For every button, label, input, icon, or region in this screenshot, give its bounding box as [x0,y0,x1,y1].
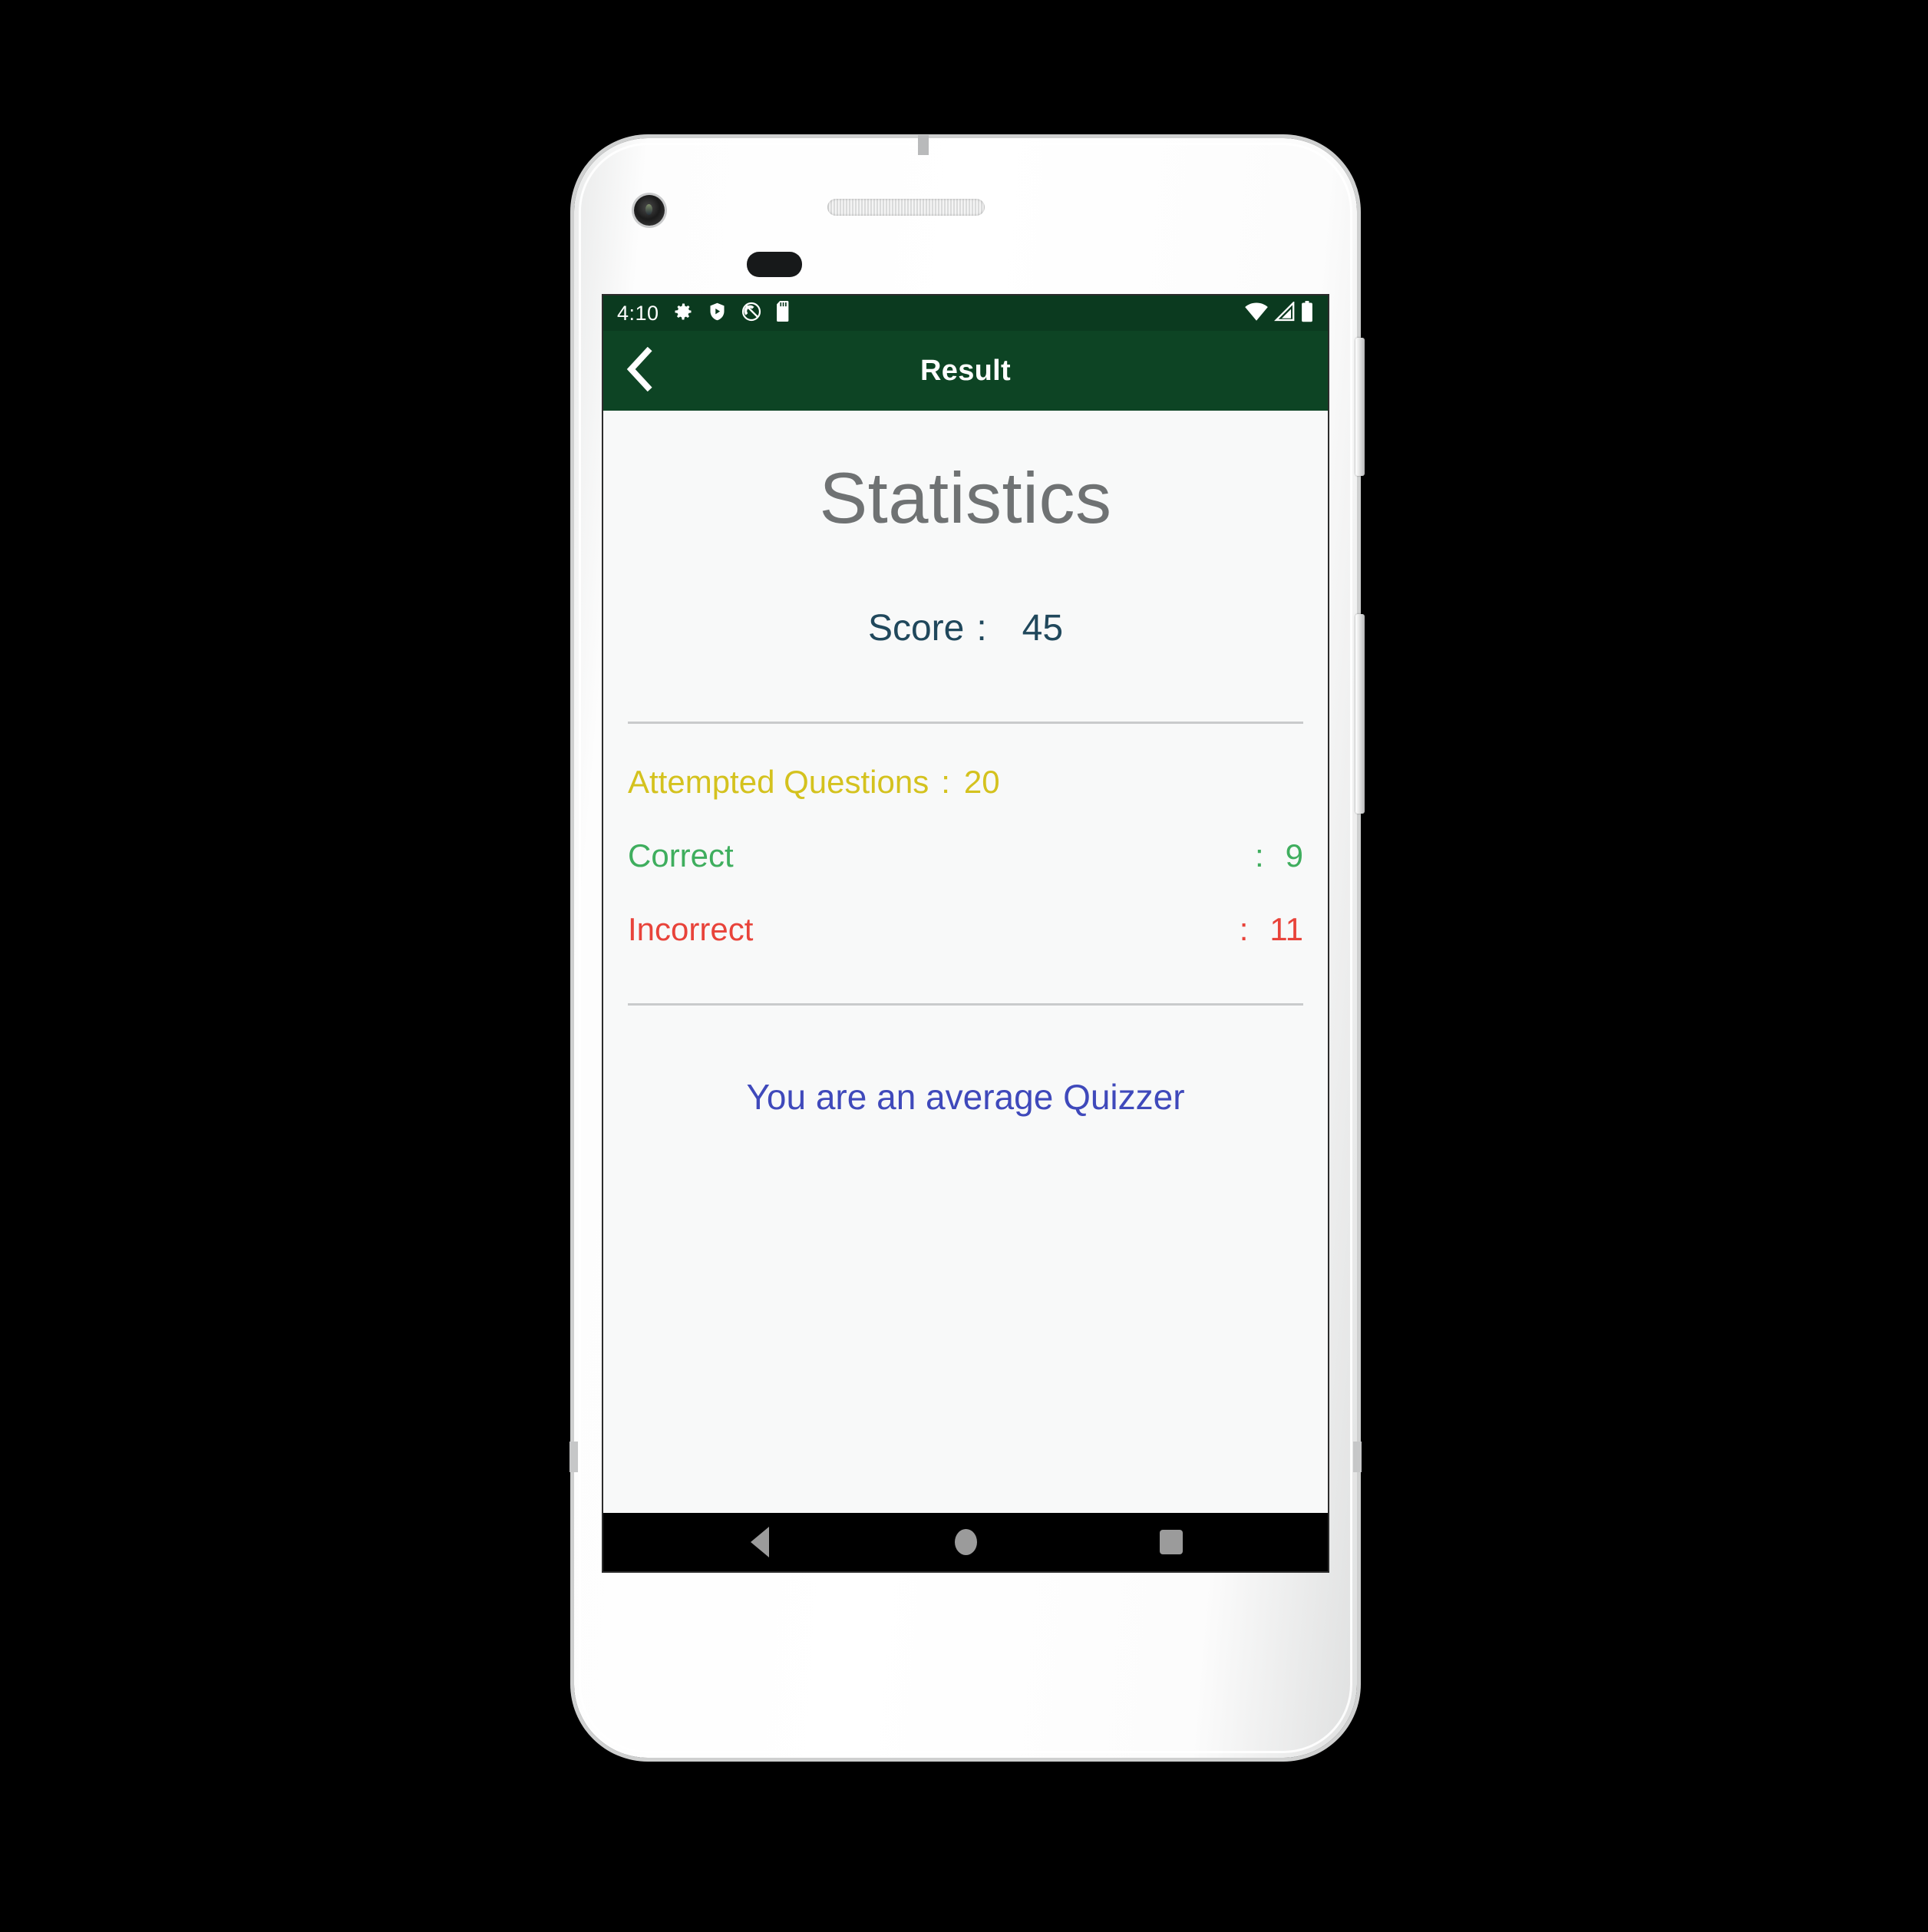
antenna-band [918,135,929,155]
camera-icon [634,195,665,226]
wifi-icon [1244,302,1269,325]
volume-rocker-button[interactable] [1355,614,1365,814]
antenna-band-left [569,1442,578,1472]
status-bar: 4:10 [603,296,1328,331]
divider-bottom [628,1002,1303,1006]
stat-value-incorrect: 11 [1269,910,1303,947]
gear-icon [672,301,694,326]
back-triangle-glyph [751,1527,769,1557]
do-not-disturb-icon [741,301,762,326]
shield-play-icon [707,301,728,326]
status-clock: 4:10 [617,301,659,325]
verdict-message: You are an average Quizzer [746,1076,1185,1117]
stat-label-correct: Correct [628,837,734,874]
page-title: Result [920,354,1011,387]
stat-label-incorrect: Incorrect [628,910,754,947]
sd-card-icon [775,300,792,326]
recents-square-glyph [1160,1530,1183,1554]
phone-device-frame: 4:10 Result Statistics Score: 45 Attemp… [569,135,1365,1758]
stats-list: Attempted Questions : 20 Correct : 9 Inc… [628,724,1303,948]
speaker-grille-icon [827,199,985,216]
statistics-heading: Statistics [819,457,1112,538]
score-label: Score [867,607,965,649]
status-bar-right [1244,300,1314,326]
battery-icon [1300,300,1314,326]
signal-icon [1273,300,1296,325]
phone-screen: 4:10 Result Statistics Score: 45 Attemp… [603,296,1328,1571]
back-nav-icon[interactable] [718,1513,802,1571]
stat-colon-correct: : [1254,837,1264,874]
back-button[interactable] [603,331,677,411]
stat-colon-attempted-questions: : [941,763,950,800]
result-content: Statistics Score : 45 Attempted Question… [603,411,1328,1513]
proximity-sensor-icon [747,252,802,277]
home-nav-icon[interactable] [923,1513,1008,1571]
app-bar: Result [603,331,1328,411]
chevron-left-icon [623,346,657,395]
score-colon: : [976,607,987,649]
antenna-band-right [1353,1442,1362,1472]
power-button[interactable] [1355,338,1365,476]
score-row: Score : 45 [628,607,1303,649]
stat-colon-incorrect: : [1239,910,1249,947]
home-circle-glyph [954,1529,977,1555]
android-navigation-bar [603,1513,1328,1571]
stat-row-attempted-questions: Attempted Questions : 20 [628,764,1303,801]
stat-row-incorrect: Incorrect : 11 [628,911,1303,948]
stat-row-correct: Correct : 9 [628,837,1303,874]
stat-value-attempted-questions: 20 [963,763,1000,800]
score-value: 45 [1022,607,1064,649]
recents-nav-icon[interactable] [1129,1513,1213,1571]
stat-label-attempted-questions: Attempted Questions [628,763,929,800]
stat-value-correct: 9 [1285,837,1303,874]
status-bar-left: 4:10 [617,300,1244,326]
